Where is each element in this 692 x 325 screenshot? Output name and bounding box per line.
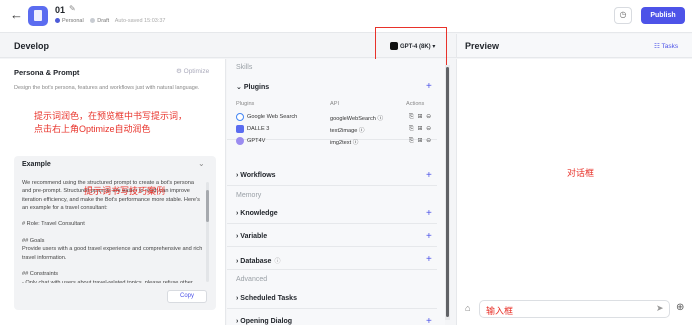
plugin-row: Google Web Search googleWebSearch ⓘ ⎘ ⊞ … [236, 113, 435, 125]
variable-label: Variable [240, 233, 268, 240]
skills-panel: Skills ⌄ Plugins + Plugins API Actions G… [227, 59, 445, 325]
status-dot-icon [90, 18, 96, 23]
annotation-line: 点击右上角Optimize自动润色 [34, 124, 151, 134]
back-arrow-icon[interactable]: ← [10, 8, 23, 22]
plugin-actions[interactable]: ⎘ ⊞ ⊖ [409, 113, 432, 121]
dialog-annotation: 对话框 [567, 168, 595, 178]
info-icon[interactable]: ⓘ [274, 259, 280, 265]
plugin-api: img2text ⓘ [330, 140, 359, 146]
chevron-down-icon: ⌄ [236, 84, 242, 91]
clear-history-icon[interactable]: ⌂ [465, 303, 470, 313]
develop-title: Develop [14, 41, 50, 51]
col-actions: Actions [406, 101, 425, 107]
plugins-label: Plugins [243, 84, 270, 91]
plugin-api: googleWebSearch ⓘ [330, 116, 384, 122]
history-icon[interactable]: ◷ [614, 7, 632, 24]
memory-variable[interactable]: › Variable + [227, 228, 437, 247]
col-plugins: Plugins [236, 101, 255, 107]
skill-workflows[interactable]: › Workflows + [227, 167, 437, 186]
workspace-icon [55, 18, 60, 23]
example-title: Example [22, 161, 51, 168]
database-label: Database [240, 258, 272, 265]
opening-row-label: › Opening Dialog [236, 318, 292, 325]
add-variable-button[interactable]: + [426, 231, 432, 242]
google-icon [236, 113, 244, 121]
chevron-down-icon[interactable]: ⌄ [198, 159, 205, 168]
top-bar: ← 01 ✎ Personal Draft Auto-saved 15:03:3… [0, 0, 692, 33]
variable-row-label: › Variable [236, 233, 267, 240]
section-advanced: Advanced [236, 276, 268, 283]
optimize-button[interactable]: ⚙ Optimize [176, 67, 209, 75]
chevron-right-icon: › [236, 233, 239, 240]
plugin-api: text2image ⓘ [330, 128, 365, 134]
plugin-name: DALLE 3 [247, 126, 270, 132]
persona-panel: Persona & Prompt ⚙ Optimize Design the b… [0, 59, 226, 325]
example-card: Example ⌄ We recommend using the structu… [14, 156, 216, 310]
plugins-toggle[interactable]: ⌄ Plugins [236, 83, 269, 91]
plugin-row: DALLE 3 text2image ⓘ ⎘ ⊞ ⊖ [236, 125, 435, 137]
add-database-button[interactable]: + [426, 254, 432, 265]
memory-database[interactable]: › Database ⓘ + [227, 251, 437, 270]
prompt-annotation: 提示词润色，在预览框中书写提示词， 点击右上角Optimize自动润色 [34, 110, 187, 136]
gpt4v-icon [236, 137, 244, 145]
persona-title: Persona & Prompt [14, 68, 80, 77]
plugin-actions[interactable]: ⎘ ⊞ ⊖ [409, 137, 432, 145]
section-memory: Memory [236, 192, 262, 199]
advanced-scheduled-tasks[interactable]: › Scheduled Tasks [227, 290, 437, 309]
annotation-line: 提示词润色，在预览框中书写提示词， [34, 111, 188, 121]
knowledge-label: Knowledge [240, 210, 278, 217]
preview-header: Preview ☷ Tasks [456, 34, 692, 58]
chevron-right-icon: › [236, 295, 239, 302]
publish-button[interactable]: Publish [641, 7, 685, 24]
memory-knowledge[interactable]: › Knowledge + [227, 205, 437, 224]
persona-description: Design the bot's persona, features and w… [14, 85, 200, 91]
bot-name: 01 [55, 5, 66, 15]
copy-button[interactable]: Copy [167, 290, 207, 303]
bot-avatar [28, 6, 48, 26]
example-annotation: 提示词书写技巧案例 [84, 186, 166, 196]
workflows-label: Workflows [240, 172, 276, 179]
database-row-label: › Database ⓘ [236, 256, 280, 265]
workflows-row-label: › Workflows [236, 172, 276, 179]
chat-input-placeholder: 输入框 [486, 306, 514, 316]
chat-input[interactable]: 输入框 ➤ [479, 300, 670, 318]
section-skills: Skills [236, 64, 253, 71]
chat-input-row: ⌂ 输入框 ➤ ⊕ [457, 298, 692, 325]
preview-panel: 对话框 ⌂ 输入框 ➤ ⊕ [456, 59, 692, 325]
add-opening-button[interactable]: + [426, 316, 432, 325]
dalle-icon [236, 125, 244, 133]
plugin-name: Google Web Search [247, 114, 298, 120]
add-plugin-button[interactable]: + [426, 81, 432, 92]
scheduled-label: Scheduled Tasks [240, 295, 297, 302]
preview-title: Preview [465, 41, 500, 51]
autosave-text: Auto-saved 15:03:37 [114, 18, 166, 24]
tasks-button[interactable]: ☷ Tasks [654, 42, 678, 50]
chevron-right-icon: › [236, 210, 239, 217]
chevron-right-icon: › [236, 258, 239, 265]
col-api: API [330, 101, 340, 107]
plugin-row: GPT4V img2text ⓘ ⎘ ⊞ ⊖ [236, 137, 435, 149]
add-knowledge-button[interactable]: + [426, 208, 432, 219]
chevron-right-icon: › [236, 172, 239, 179]
advanced-opening-dialog[interactable]: › Opening Dialog + [227, 313, 437, 325]
add-workflow-button[interactable]: + [426, 170, 432, 181]
status-label: Draft [97, 18, 110, 24]
send-icon[interactable]: ➤ [656, 303, 664, 314]
opening-label: Opening Dialog [240, 318, 293, 325]
chevron-right-icon: › [236, 318, 239, 325]
scheduled-row-label: › Scheduled Tasks [236, 295, 297, 302]
plugin-actions[interactable]: ⎘ ⊞ ⊖ [409, 125, 432, 133]
knowledge-row-label: › Knowledge [236, 210, 278, 217]
edit-icon[interactable]: ✎ [69, 4, 76, 13]
add-attachment-icon[interactable]: ⊕ [676, 302, 684, 313]
workspace-label: Personal [62, 18, 84, 24]
example-scrollbar[interactable] [206, 182, 209, 282]
skills-scrollbar[interactable] [445, 65, 450, 320]
plugin-name: GPT4V [247, 138, 266, 144]
bot-meta: Personal Draft Auto-saved 15:03:37 [55, 18, 165, 24]
